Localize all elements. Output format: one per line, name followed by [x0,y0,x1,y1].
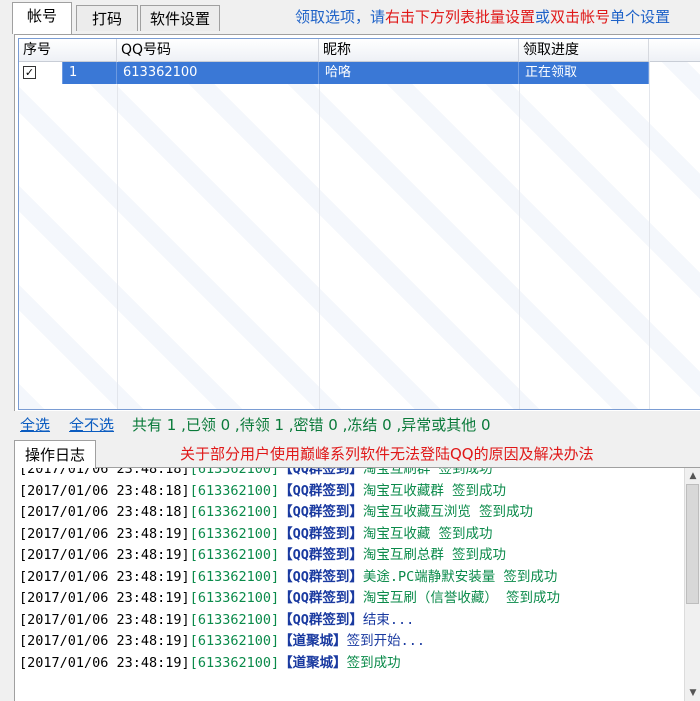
log-qq: [613362100] [189,568,280,585]
col-header-qq[interactable]: QQ号码 [117,39,319,61]
notice-part4: 双击帐号 [550,8,611,26]
log-timestamp: [2017/01/06 23:48:19] [19,654,190,671]
row-checkbox[interactable]: ✓ [23,66,36,79]
watermark [19,39,700,409]
table-row[interactable]: ✓ 1 613362100 哈咯 正在领取 [19,62,649,84]
log-lines: [2017/01/06 23:48:18][613362100]【QQ群签到】淘… [19,467,679,675]
log-message: 结束... [362,611,415,628]
log-message: 淘宝互收藏互浏览 签到成功 [362,504,533,520]
log-message: 签到开始... [346,633,425,649]
account-panel: 序号 QQ号码 昵称 领取进度 ✓ 1 613362100 哈咯 正在领取 [14,34,700,411]
grid-header: 序号 QQ号码 昵称 领取进度 [19,39,700,62]
tab-account[interactable]: 帐号 [12,2,72,34]
select-all-link[interactable]: 全选 [20,414,50,435]
log-tag: 【QQ群签到】 [279,611,363,628]
log-tag: 【QQ群签到】 [279,525,363,542]
select-none-link[interactable]: 全不选 [69,414,114,435]
log-message: 淘宝互收藏群 签到成功 [362,482,506,499]
tab-operation-log[interactable]: 操作日志 [14,440,96,468]
log-qq: [613362100] [189,504,280,520]
notice-part5: 单个设置 [610,8,671,26]
log-line: [2017/01/06 23:48:19][613362100]【QQ群签到】淘… [19,545,679,567]
log-line: [2017/01/06 23:48:19][613362100]【QQ群签到】美… [19,567,679,589]
log-message: 淘宝互收藏 签到成功 [362,525,493,542]
cell-qq: 613362100 [117,62,319,84]
log-line: [2017/01/06 23:48:19][613362100]【QQ群签到】淘… [19,524,679,546]
log-timestamp: [2017/01/06 23:48:19] [19,611,190,628]
log-line: [2017/01/06 23:48:19][613362100]【道聚城】签到成… [19,653,679,675]
log-tag: 【道聚城】 [279,633,347,649]
tab-captcha[interactable]: 打码 [76,5,138,31]
notice-part2: 右击下方列表批量设置 [385,8,536,26]
log-qq: [613362100] [189,547,280,563]
log-scrollbar[interactable]: ▲ ▼ [684,468,700,701]
log-qq: [613362100] [189,590,280,606]
log-line: [2017/01/06 23:48:19][613362100]【QQ群签到】淘… [19,588,679,610]
claim-options-notice: 领取选项，请右击下方列表批量设置或双击帐号单个设置 [295,6,670,27]
account-list[interactable]: 序号 QQ号码 昵称 领取进度 ✓ 1 613362100 哈咯 正在领取 [18,38,700,410]
log-timestamp: [2017/01/06 23:48:19] [19,633,190,649]
log-tag: 【QQ群签到】 [279,467,363,477]
log-tag: 【QQ群签到】 [279,504,363,520]
scroll-thumb[interactable] [686,484,699,604]
log-tag: 【QQ群签到】 [279,547,363,563]
log-qq: [613362100] [189,467,280,477]
grid-line [519,61,520,409]
log-qq: [613362100] [189,482,280,499]
log-qq: [613362100] [189,611,280,628]
log-qq: [613362100] [189,633,280,649]
log-message: 淘宝互刷群 签到成功 [362,467,493,477]
log-tag: 【QQ群签到】 [279,482,363,499]
scroll-up-icon[interactable]: ▲ [685,468,700,484]
col-header-index[interactable]: 序号 [19,39,117,61]
log-line: [2017/01/06 23:48:19][613362100]【QQ群签到】结… [19,610,679,632]
log-qq: [613362100] [189,525,280,542]
grid-line [117,61,118,409]
log-timestamp: [2017/01/06 23:48:18] [19,482,190,499]
log-tag: 【道聚城】 [279,654,347,671]
log-message: 签到成功 [346,654,401,671]
grid-line [649,61,650,409]
col-header-progress[interactable]: 领取进度 [519,39,649,61]
notice-part3: 或 [535,8,551,26]
status-bar: 全选 全不选 共有 1 ,已领 0 ,待领 1 ,密错 0 ,冻结 0 ,异常或… [0,412,700,436]
log-timestamp: [2017/01/06 23:48:19] [19,590,190,606]
log-message: 淘宝互刷（信誉收藏） 签到成功 [362,590,560,606]
row-checkbox-cell: ✓ [19,62,63,84]
col-header-nickname[interactable]: 昵称 [319,39,519,61]
account-summary: 共有 1 ,已领 0 ,待领 1 ,密错 0 ,冻结 0 ,异常或其他 0 [132,416,491,434]
log-line: [2017/01/06 23:48:18][613362100]【QQ群签到】淘… [19,481,679,503]
log-line: [2017/01/06 23:48:18][613362100]【QQ群签到】淘… [19,502,679,524]
main-tab-bar: 帐号 打码 软件设置 领取选项，请右击下方列表批量设置或双击帐号单个设置 [0,0,700,34]
log-qq: [613362100] [189,654,280,671]
cell-progress: 正在领取 [519,62,649,84]
login-issue-notice-link[interactable]: 关于部分用户使用巅峰系列软件无法登陆QQ的原因及解决办法 [180,443,594,464]
log-tag: 【QQ群签到】 [279,590,363,606]
log-timestamp: [2017/01/06 23:48:19] [19,547,190,563]
grid-line [319,61,320,409]
log-timestamp: [2017/01/06 23:48:19] [19,568,190,585]
cell-nickname: 哈咯 [319,62,519,84]
tab-software-settings[interactable]: 软件设置 [140,5,220,31]
log-line: [2017/01/06 23:48:18][613362100]【QQ群签到】淘… [19,467,679,481]
notice-part1: 领取选项，请 [295,8,386,26]
log-tag: 【QQ群签到】 [279,568,363,585]
log-message: 淘宝互刷总群 签到成功 [362,547,506,563]
operation-log[interactable]: [2017/01/06 23:48:18][613362100]【QQ群签到】淘… [14,467,700,701]
log-timestamp: [2017/01/06 23:48:19] [19,525,190,542]
scroll-down-icon[interactable]: ▼ [685,685,700,701]
log-line: [2017/01/06 23:48:19][613362100]【道聚城】签到开… [19,631,679,653]
log-timestamp: [2017/01/06 23:48:18] [19,504,190,520]
log-message: 美途.PC端静默安装量 签到成功 [362,568,558,585]
cell-index: 1 [63,62,117,84]
